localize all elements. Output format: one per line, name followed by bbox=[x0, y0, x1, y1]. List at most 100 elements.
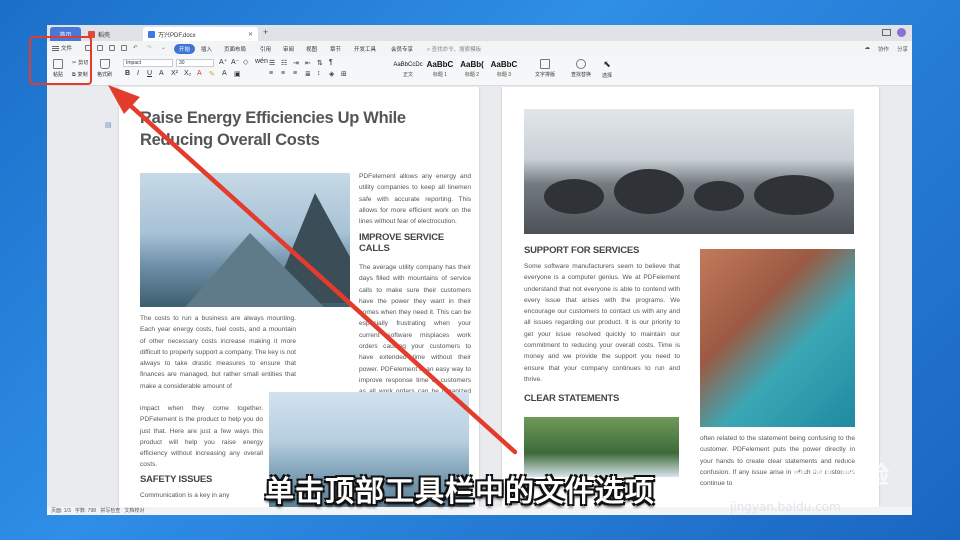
indent-icon[interactable]: ⇥ bbox=[293, 59, 299, 67]
word-count[interactable]: 字数: 798 bbox=[75, 508, 96, 514]
brush-icon bbox=[99, 59, 110, 69]
spell-check[interactable]: 拼写检查 bbox=[100, 508, 120, 514]
bold-icon[interactable]: B bbox=[125, 70, 130, 77]
tab-document[interactable]: 万兴PDF.docx ✕ bbox=[143, 27, 258, 41]
tab-start[interactable]: 开始 bbox=[174, 44, 196, 54]
justify-icon[interactable]: ≣ bbox=[305, 70, 311, 78]
highlight-icon[interactable]: ✎ bbox=[209, 70, 215, 78]
style-normal[interactable]: AaBbCcDc 正文 bbox=[393, 59, 423, 81]
mountain-image[interactable] bbox=[140, 173, 350, 307]
export-pdf-icon[interactable] bbox=[97, 45, 103, 51]
text-layout-icon bbox=[540, 59, 550, 69]
text-layout-label: 文字排版 bbox=[535, 72, 556, 78]
shrink-font-icon[interactable]: A⁻ bbox=[231, 58, 239, 66]
document-title: Raise Energy Efficiencies Up While Reduc… bbox=[140, 109, 406, 149]
tab-references[interactable]: 引用 bbox=[260, 45, 271, 53]
tab-page-layout[interactable]: 页面布局 bbox=[224, 45, 246, 53]
style-heading1[interactable]: AaBbC 标题 1 bbox=[425, 59, 455, 81]
tab-review[interactable]: 审阅 bbox=[283, 45, 294, 53]
word-doc-icon bbox=[148, 30, 155, 38]
page-1[interactable]: Raise Energy Efficiencies Up While Reduc… bbox=[119, 87, 479, 507]
paragraph-costs: The costs to run a business are always m… bbox=[140, 315, 296, 390]
rock-shape bbox=[614, 169, 684, 214]
style-normal-label: 正文 bbox=[402, 72, 413, 78]
bullet-list-icon[interactable]: ☰ bbox=[269, 59, 275, 67]
align-left-icon[interactable]: ≡ bbox=[269, 70, 273, 77]
new-tab-plus-icon[interactable]: + bbox=[263, 27, 268, 37]
phonetic-icon[interactable]: wén bbox=[255, 58, 268, 65]
navigation-pane-icon[interactable]: ▤ bbox=[105, 121, 112, 129]
preview-icon[interactable] bbox=[121, 45, 127, 51]
watermark-logo-text: Bai 经验 bbox=[790, 461, 890, 489]
menu-right: ☁ 协作 分享 bbox=[864, 45, 908, 53]
char-border-icon[interactable]: ▣ bbox=[234, 70, 241, 78]
shading-icon[interactable]: ◈ bbox=[329, 70, 334, 78]
select-label: 选择 bbox=[602, 73, 613, 79]
undo-icon[interactable]: ↶ bbox=[133, 45, 138, 51]
highlight-box bbox=[29, 36, 92, 85]
page-indicator[interactable]: 页面: 1/3 bbox=[51, 508, 71, 514]
coastline-image[interactable] bbox=[700, 249, 855, 427]
rock-shape bbox=[544, 179, 604, 214]
tab-view[interactable]: 视图 bbox=[306, 45, 317, 53]
style-heading2-label: 标题 2 bbox=[464, 72, 480, 78]
tab-insert[interactable]: 插入 bbox=[201, 45, 212, 53]
clear-format-icon[interactable]: ◇ bbox=[243, 58, 248, 66]
font-size-select[interactable]: 30 bbox=[176, 59, 214, 67]
page-2[interactable]: SUPPORT FOR SERVICES Some software manuf… bbox=[502, 87, 879, 507]
watermark-url: jingyan.baidu.com bbox=[730, 500, 841, 514]
italic-icon[interactable]: I bbox=[137, 70, 139, 77]
rocks-beach-image[interactable] bbox=[524, 109, 854, 234]
right-column: PDFelement allows any energy and utility… bbox=[359, 171, 471, 257]
grow-font-icon[interactable]: A⁺ bbox=[219, 58, 227, 66]
outdent-icon[interactable]: ⇤ bbox=[305, 59, 311, 67]
command-search-placeholder: 查找命令、搜索模板 bbox=[431, 47, 482, 53]
customize-quick-access-icon[interactable]: ⌄ bbox=[161, 45, 166, 51]
print-icon[interactable] bbox=[109, 45, 115, 51]
style-heading3[interactable]: AaBbC 标题 3 bbox=[489, 59, 519, 81]
superscript-icon[interactable]: X² bbox=[171, 70, 178, 77]
cursor-icon: ⬉ bbox=[603, 59, 611, 69]
tab-chapter[interactable]: 章节 bbox=[330, 45, 341, 53]
magnifier-icon bbox=[576, 59, 586, 69]
window-layout-icon[interactable] bbox=[882, 29, 891, 36]
baidu-jingyan-watermark: Bai 经验 jingyan.baidu.com bbox=[730, 455, 890, 514]
collaborate-button[interactable]: 协作 bbox=[878, 45, 889, 53]
numbered-list-icon[interactable]: ☷ bbox=[281, 59, 287, 67]
align-right-icon[interactable]: ≡ bbox=[293, 70, 297, 77]
document-proofread[interactable]: 文档校对 bbox=[124, 508, 144, 514]
style-heading2[interactable]: AaBb( 标题 2 bbox=[457, 59, 487, 81]
sort-icon[interactable]: ⇅ bbox=[317, 59, 323, 67]
close-icon[interactable]: ✕ bbox=[248, 31, 253, 38]
redo-icon[interactable]: ↷ bbox=[147, 45, 152, 51]
share-button[interactable]: 分享 bbox=[897, 45, 908, 53]
tab-member[interactable]: 会员专享 bbox=[391, 45, 413, 53]
sync-icon[interactable]: ☁ bbox=[864, 45, 870, 53]
font-family-select[interactable]: Impact bbox=[123, 59, 173, 67]
line-spacing-icon[interactable]: ↕ bbox=[317, 70, 321, 77]
menu-bar: 文件 ↶ ↷ ⌄ 开始 插入 页面布局 引用 审阅 视图 章节 开发工具 会员专… bbox=[47, 41, 912, 56]
align-center-icon[interactable]: ≡ bbox=[281, 70, 285, 77]
borders-icon[interactable]: ⊞ bbox=[341, 70, 347, 78]
show-marks-icon[interactable]: ¶ bbox=[329, 59, 333, 66]
text-layout-button[interactable]: 文字排版 bbox=[535, 59, 555, 78]
mountain-ridge-shape bbox=[180, 233, 330, 307]
strikethrough-icon[interactable]: A bbox=[159, 70, 164, 77]
style-heading3-label: 标题 3 bbox=[496, 72, 512, 78]
avatar[interactable] bbox=[897, 28, 906, 37]
subscript-icon[interactable]: X₂ bbox=[184, 70, 191, 77]
tab-bar: 首页 稻壳 万兴PDF.docx ✕ + bbox=[47, 25, 912, 41]
format-painter-button[interactable]: 格式刷 bbox=[97, 59, 112, 78]
find-replace-label: 查找替换 bbox=[571, 72, 592, 78]
rock-shape bbox=[694, 181, 744, 211]
text-effect-icon[interactable]: A bbox=[222, 70, 227, 77]
underline-icon[interactable]: U bbox=[147, 70, 152, 77]
find-replace-button[interactable]: 查找替换 bbox=[571, 59, 591, 78]
heading-clear-statements: CLEAR STATEMENTS bbox=[524, 393, 620, 404]
font-color-icon[interactable]: A bbox=[197, 70, 202, 77]
command-search[interactable]: ⌕ 查找命令、搜索模板 bbox=[427, 45, 481, 54]
select-button[interactable]: ⬉ 选择 bbox=[602, 59, 612, 79]
tutorial-caption: 单击顶部工具栏中的文件选项 bbox=[265, 474, 656, 508]
tab-developer[interactable]: 开发工具 bbox=[354, 45, 376, 53]
document-workspace[interactable]: ▤ Raise Energy Efficiencies Up While Red… bbox=[47, 87, 912, 507]
